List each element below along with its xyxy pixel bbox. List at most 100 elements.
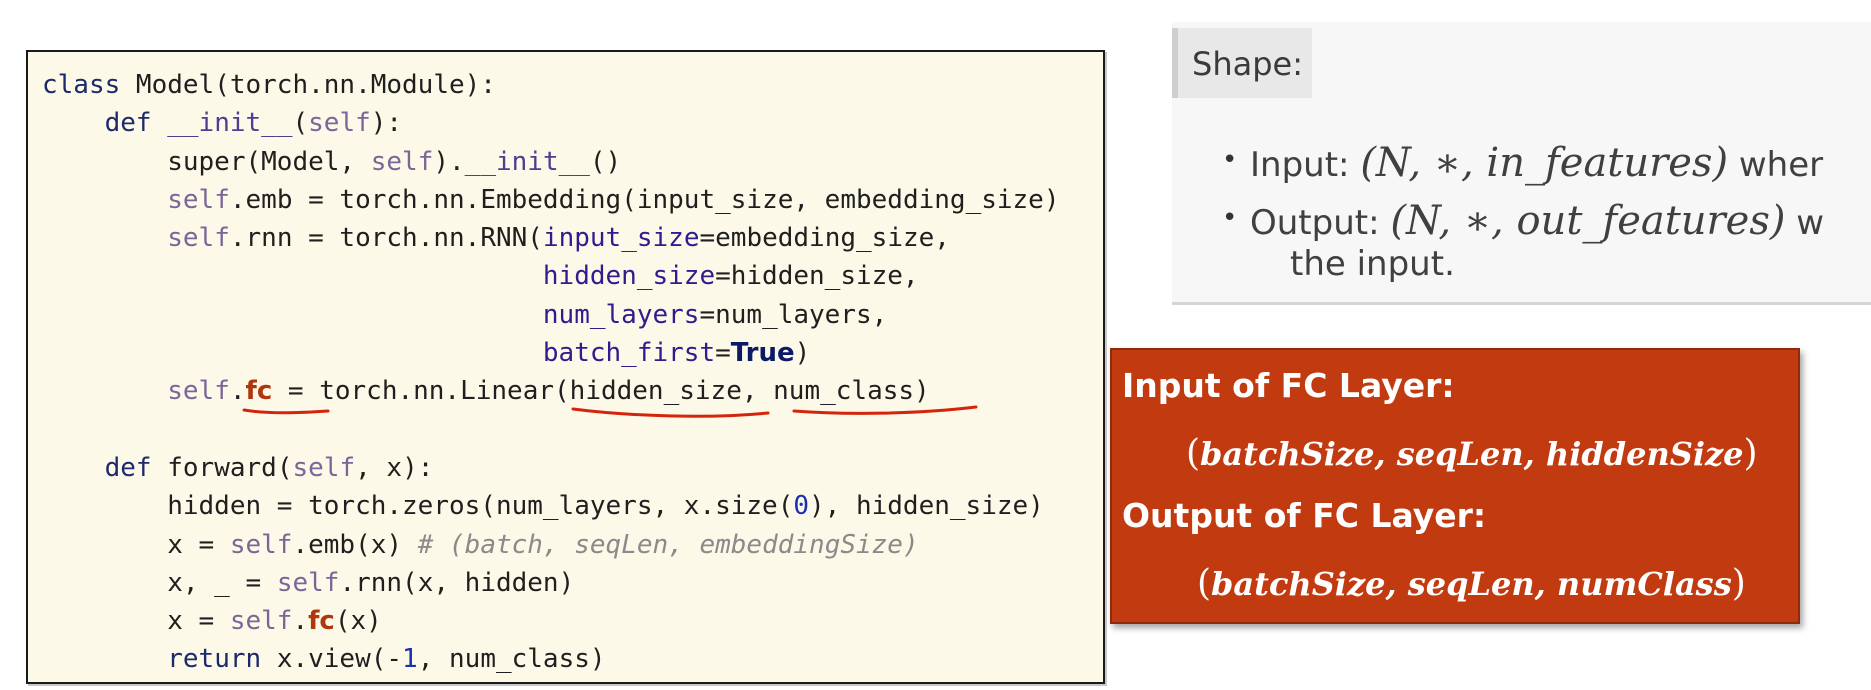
code-token: self	[308, 108, 371, 139]
fc-token: fc	[245, 376, 273, 407]
input-shape-label: Input:	[1250, 145, 1361, 185]
code-token: ()	[589, 146, 622, 177]
code-token: =	[715, 338, 731, 369]
code-token: hidden_size	[542, 261, 716, 292]
code-token: self	[229, 606, 293, 637]
code-line: return x.view(-1, num_class)	[42, 640, 1060, 678]
code-token: x, _ =	[42, 567, 277, 598]
code-token: =embedding_size,	[699, 223, 950, 254]
output-shape-continuation: the input.	[1290, 244, 1455, 284]
code-token: x.view(-	[276, 644, 403, 675]
code-token: self	[167, 376, 230, 407]
fc-input-shape-text: batchSize, seqLen, hiddenSize	[1200, 435, 1744, 473]
code-token: __init__	[167, 108, 293, 139]
code-token: batch_first	[542, 338, 716, 369]
code-token: .emb = torch.nn.Embedding(input_size, em…	[229, 184, 1060, 215]
code-token: self	[167, 223, 230, 254]
code-token: self	[167, 184, 230, 215]
code-line: batch_first=True)	[42, 334, 1060, 372]
code-token: x =	[42, 529, 230, 560]
code-line: self.rnn = torch.nn.RNN(input_size=embed…	[42, 219, 1060, 257]
code-token: )	[794, 338, 811, 369]
code-token: super(Model,	[42, 146, 371, 177]
code-line: hidden = torch.zeros(num_layers, x.size(…	[42, 487, 1060, 525]
code-token: (	[292, 108, 309, 139]
code-token: self	[292, 452, 356, 483]
code-token: ).	[433, 146, 465, 177]
input-shape-item: Input: (N, ∗, in_features) wher	[1222, 140, 1824, 198]
code-token: # (batch, seqLen, embeddingSize)	[417, 529, 919, 560]
fc-layer-callout: Input of FC Layer: (batchSize, seqLen, h…	[1110, 348, 1800, 624]
code-token: .rnn = torch.nn.RNN(	[229, 223, 543, 254]
pytorch-doc-snippet: Shape: Input: (N, ∗, in_features) wher O…	[1172, 22, 1871, 305]
code-token: ):	[370, 108, 403, 139]
code-token: hidden = torch.zeros(num_layers, x.size(	[42, 491, 794, 522]
code-line: super(Model, self).__init__()	[42, 143, 1060, 181]
code-token: ), hidden_size)	[809, 491, 1044, 522]
code-token: class	[42, 70, 136, 100]
fc-output-shape-text: batchSize, seqLen, numClass	[1211, 565, 1732, 603]
code-line: def __init__(self):	[42, 104, 1060, 142]
code-token: 1	[402, 644, 418, 675]
code-token: , num_class)	[417, 644, 606, 675]
code-block: class Model(torch.nn.Module): def __init…	[42, 66, 1060, 679]
input-shape-tail: wher	[1728, 145, 1824, 185]
code-token: , x):	[355, 452, 434, 483]
fc-output-title: Output of FC Layer:	[1122, 496, 1487, 535]
code-token: x =	[42, 606, 230, 637]
code-token: .	[229, 376, 246, 407]
code-line: num_layers=num_layers,	[42, 296, 1060, 334]
code-token: self	[229, 529, 293, 560]
code-line: x = self.fc(x)	[42, 602, 1060, 640]
code-token: return	[167, 644, 277, 675]
code-token: __init__	[464, 146, 590, 177]
fc-input-open-paren: (	[1186, 433, 1201, 474]
code-token: =num_layers,	[699, 299, 888, 330]
fc-output-close-paren: )	[1731, 563, 1746, 604]
code-line: x = self.emb(x) # (batch, seqLen, embedd…	[42, 526, 1060, 564]
code-token: self	[370, 146, 434, 177]
output-shape-math: (N, ∗, out_features)	[1390, 198, 1786, 244]
fc-input-shape: (batchSize, seqLen, hiddenSize)	[1186, 433, 1758, 474]
fc-token: fc	[308, 606, 335, 637]
code-line: self.fc = torch.nn.Linear(hidden_size, n…	[42, 372, 1060, 410]
code-token: def	[104, 452, 168, 483]
code-token: num_layers	[542, 299, 700, 330]
code-line: def forward(self, x):	[42, 449, 1060, 487]
code-token: .rnn(x, hidden)	[339, 567, 575, 598]
code-token: =hidden_size,	[715, 261, 919, 292]
code-token: input_size	[542, 223, 700, 254]
fc-input-close-paren: )	[1743, 433, 1758, 474]
input-shape-math: (N, ∗, in_features)	[1360, 140, 1729, 186]
code-token: 0	[793, 491, 810, 522]
code-line: hidden_size=hidden_size,	[42, 257, 1060, 295]
code-token: def	[104, 108, 168, 139]
fc-output-open-paren: (	[1197, 563, 1212, 604]
code-token: True	[730, 338, 795, 369]
code-line: class Model(torch.nn.Module):	[42, 66, 1060, 104]
output-shape-label: Output:	[1250, 203, 1391, 243]
code-token: (x)	[334, 606, 382, 637]
code-token: .emb(x)	[292, 529, 418, 560]
fc-input-title: Input of FC Layer:	[1122, 366, 1455, 405]
fc-output-shape: (batchSize, seqLen, numClass)	[1197, 563, 1746, 604]
code-token: Model(torch.nn.Module):	[135, 70, 496, 100]
code-line: x, _ = self.rnn(x, hidden)	[42, 564, 1060, 602]
code-token: .	[292, 606, 309, 637]
code-token: = torch.nn.Linear(hidden_size, num_class…	[272, 376, 930, 407]
shape-list: Input: (N, ∗, in_features) wher Output: …	[1222, 140, 1825, 256]
output-shape-tail: w	[1785, 203, 1825, 243]
code-panel: class Model(torch.nn.Module): def __init…	[26, 50, 1105, 684]
code-token: self	[276, 567, 340, 598]
code-line: self.emb = torch.nn.Embedding(input_size…	[42, 181, 1060, 219]
